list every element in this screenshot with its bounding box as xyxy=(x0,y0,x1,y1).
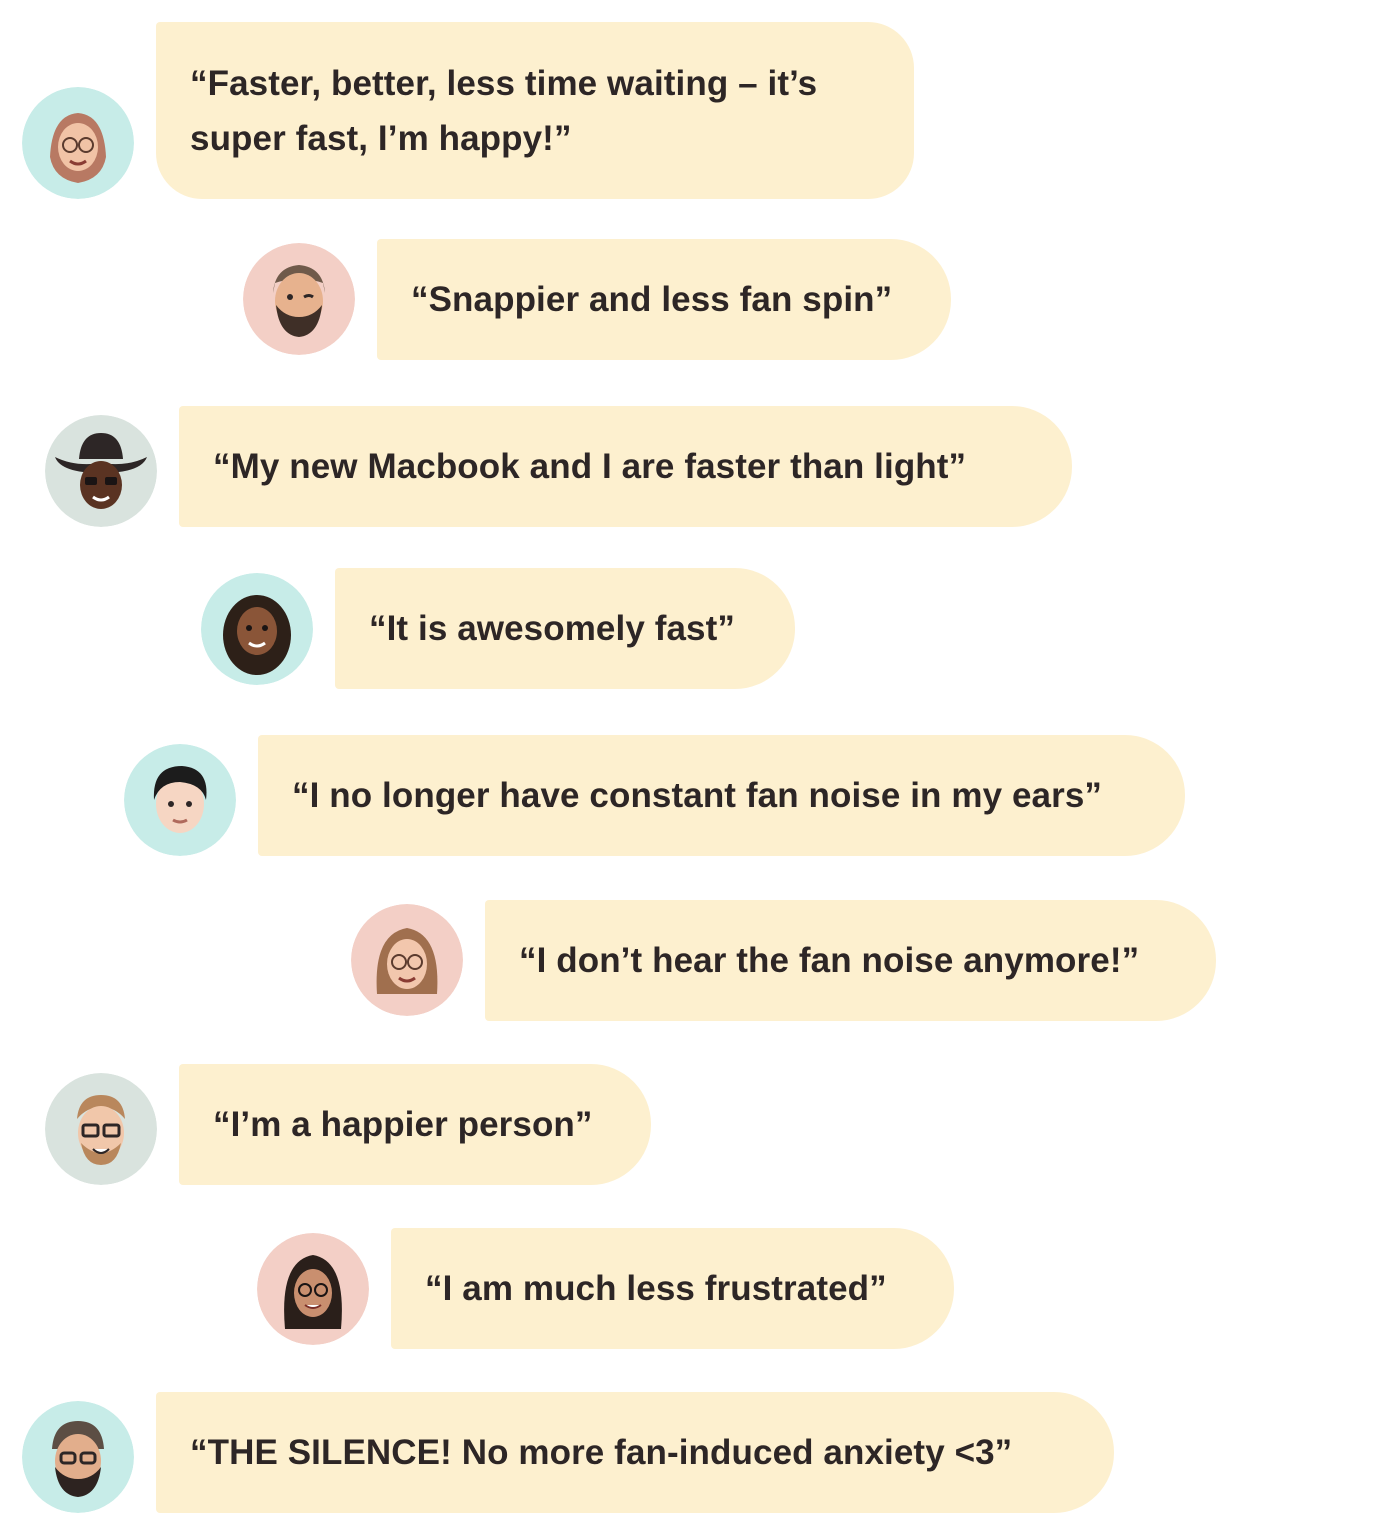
message-text: “I no longer have constant fan noise in … xyxy=(292,776,1102,815)
memoji-man-glasses-beard-icon xyxy=(45,1073,157,1185)
message-text: “I’m a happier person” xyxy=(213,1105,593,1144)
message-bubble: “I don’t hear the fan noise anymore!” xyxy=(485,900,1216,1021)
memoji-man-beanie-beard-icon xyxy=(22,1401,134,1513)
message-text: “I am much less frustrated” xyxy=(425,1269,887,1308)
message-text: “Snappier and less fan spin” xyxy=(411,280,893,319)
memoji-curly-hair-woman-icon xyxy=(201,573,313,685)
memoji-woman-glasses-icon xyxy=(351,904,463,1016)
message-text: “It is awesomely fast” xyxy=(369,609,735,648)
message-text: “My new Macbook and I are faster than li… xyxy=(213,447,967,486)
message-bubble: “THE SILENCE! No more fan-induced anxiet… xyxy=(156,1392,1114,1513)
memoji-bearded-man-wink-icon xyxy=(243,243,355,355)
message-bubble: “I no longer have constant fan noise in … xyxy=(258,735,1185,856)
memoji-hijab-glasses-icon xyxy=(22,87,134,199)
message-bubble: “Snappier and less fan spin” xyxy=(377,239,951,360)
message-bubble: “I’m a happier person” xyxy=(179,1064,651,1185)
message-bubble: “I am much less frustrated” xyxy=(391,1228,954,1349)
message-text: “THE SILENCE! No more fan-induced anxiet… xyxy=(190,1433,1013,1472)
message-text: “Faster, better, less time waiting – it’… xyxy=(190,63,818,158)
message-bubble: “Faster, better, less time waiting – it’… xyxy=(156,22,914,199)
memoji-cowboy-hat-icon xyxy=(45,415,157,527)
message-bubble: “It is awesomely fast” xyxy=(335,568,795,689)
memoji-woman-dark-hair-glasses-icon xyxy=(257,1233,369,1345)
message-bubble: “My new Macbook and I are faster than li… xyxy=(179,406,1072,527)
message-text: “I don’t hear the fan noise anymore!” xyxy=(519,941,1140,980)
memoji-dark-hair-man-icon xyxy=(124,744,236,856)
